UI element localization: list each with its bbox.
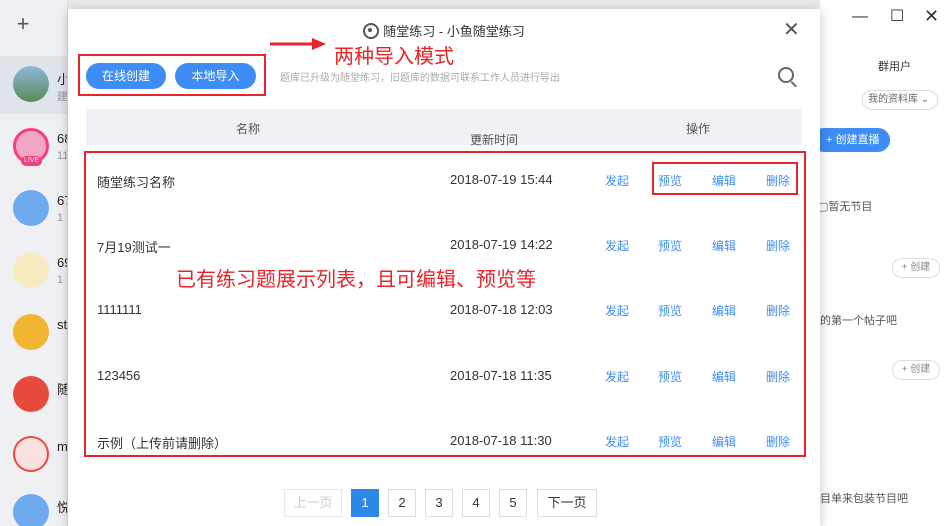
avatar	[13, 252, 49, 288]
window-close-icon[interactable]: ✕	[924, 6, 939, 27]
avatar	[13, 436, 49, 472]
group-users-tab[interactable]: 群用户	[878, 58, 911, 74]
maximize-icon[interactable]: ☐	[890, 6, 904, 26]
import-modes-highlight	[78, 54, 266, 96]
conversation-name: st	[57, 317, 68, 332]
close-icon[interactable]: ✕	[783, 17, 800, 42]
conversation-subtitle: 1	[57, 274, 64, 286]
column-header-name: 名称	[236, 122, 261, 136]
conversation-item[interactable]: 小 建	[13, 66, 68, 106]
add-icon[interactable]: +	[10, 12, 36, 38]
prev-page-button[interactable]: 上一页	[284, 489, 342, 517]
avatar	[13, 314, 49, 350]
page-button[interactable]: 4	[462, 489, 490, 517]
import-modes-annotation: 两种导入模式	[334, 46, 454, 68]
list-annotation: 已有练习题展示列表，且可编辑、预览等	[176, 269, 536, 291]
conversation-item[interactable]: st	[13, 314, 68, 354]
row-actions-highlight	[652, 162, 798, 195]
annotation-arrow-icon	[270, 38, 326, 50]
page-button[interactable]: 1	[351, 489, 379, 517]
conversation-subtitle: 建	[57, 91, 68, 103]
column-header-actions: 操作	[686, 122, 711, 136]
next-page-button[interactable]: 下一页	[537, 489, 597, 517]
sort-arrow-icon: ↓	[476, 131, 482, 145]
first-post-text: 的第一个帖子吧	[820, 315, 897, 327]
avatar	[13, 66, 49, 102]
minimize-icon[interactable]: —	[852, 8, 868, 26]
conversation-item[interactable]: 悦	[13, 494, 67, 526]
create-live-button[interactable]: + 创建直播	[812, 128, 890, 152]
upgrade-hint: 题库已升级为随堂练习，旧题库的数据可联系工作人员进行导出	[280, 73, 560, 84]
table-header: 名称 更新时间 ↓ 操作	[86, 109, 802, 147]
conversation-item[interactable]: 69 1	[13, 252, 67, 292]
conversation-subtitle: 1	[57, 212, 64, 224]
chevron-down-icon: ⌄	[920, 94, 930, 105]
list-highlight	[84, 151, 806, 457]
avatar	[13, 494, 49, 526]
conversation-name: 小	[57, 69, 67, 88]
conversation-name: 69	[57, 255, 67, 270]
page-button[interactable]: 2	[388, 489, 416, 517]
page-button[interactable]: 5	[499, 489, 527, 517]
conversation-subtitle: 11	[57, 150, 68, 162]
app-logo-icon	[363, 23, 380, 39]
conversation-item[interactable]: 随	[13, 376, 67, 416]
conversation-name: 68	[57, 131, 67, 146]
conversation-name: 悦	[57, 497, 67, 516]
conversation-item[interactable]: 67 1	[13, 190, 67, 230]
create-button[interactable]: + 创建	[892, 258, 940, 278]
dialog-title: 随堂练习 - 小鱼随堂练习	[68, 21, 820, 40]
conversation-item[interactable]: m	[13, 436, 68, 476]
package-program-text: 目单来包装节目吧	[820, 493, 908, 505]
conversation-name: m	[57, 439, 68, 454]
conversation-item[interactable]: LIVE 68 11	[13, 128, 68, 168]
live-badge: LIVE	[21, 156, 43, 166]
conversation-name: 67	[57, 193, 67, 208]
no-program-text: ▢暂无节目	[818, 201, 873, 213]
create-button[interactable]: + 创建	[892, 360, 940, 380]
avatar	[13, 190, 49, 226]
conversation-sidebar: + 小 建 LIVE 68 11 67 1 69 1 st 随 m 悦	[0, 0, 68, 526]
plus-icon: +	[826, 134, 833, 146]
library-dropdown-label: 我的资料库	[868, 94, 918, 105]
create-live-label: 创建直播	[835, 134, 880, 146]
page-button[interactable]: 3	[425, 489, 453, 517]
conversation-name: 随	[57, 379, 67, 398]
library-dropdown[interactable]: 我的资料库 ⌄	[862, 90, 938, 110]
search-icon[interactable]	[778, 67, 794, 83]
avatar	[13, 376, 49, 412]
